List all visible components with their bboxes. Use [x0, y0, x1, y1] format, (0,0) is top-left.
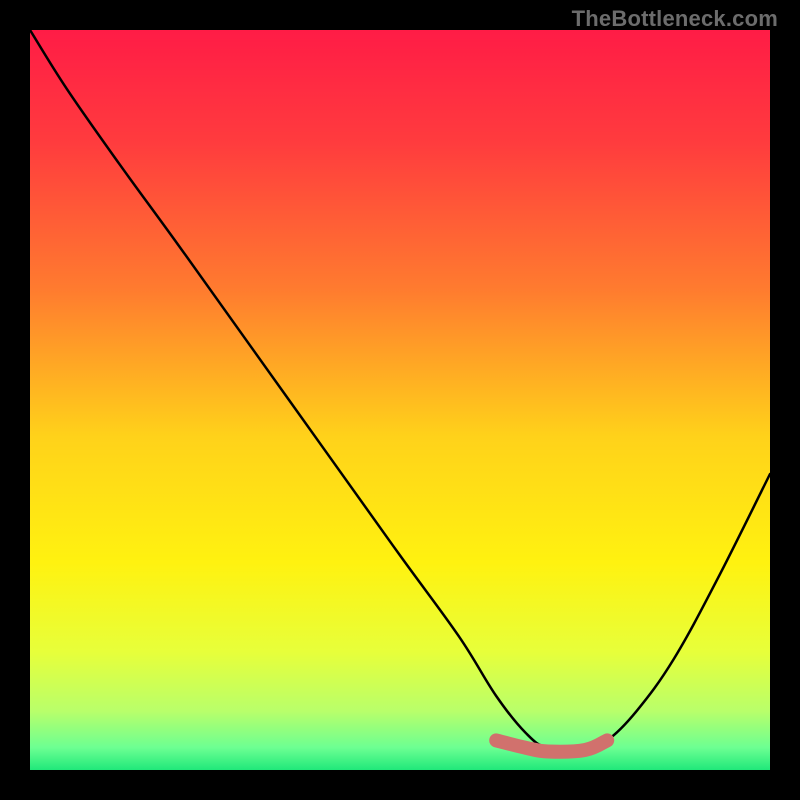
optimal-band: [496, 740, 607, 751]
chart-frame: TheBottleneck.com: [0, 0, 800, 800]
plot-area: [30, 30, 770, 770]
curve-layer: [30, 30, 770, 770]
bottleneck-curve: [30, 30, 770, 749]
watermark-text: TheBottleneck.com: [572, 6, 778, 32]
